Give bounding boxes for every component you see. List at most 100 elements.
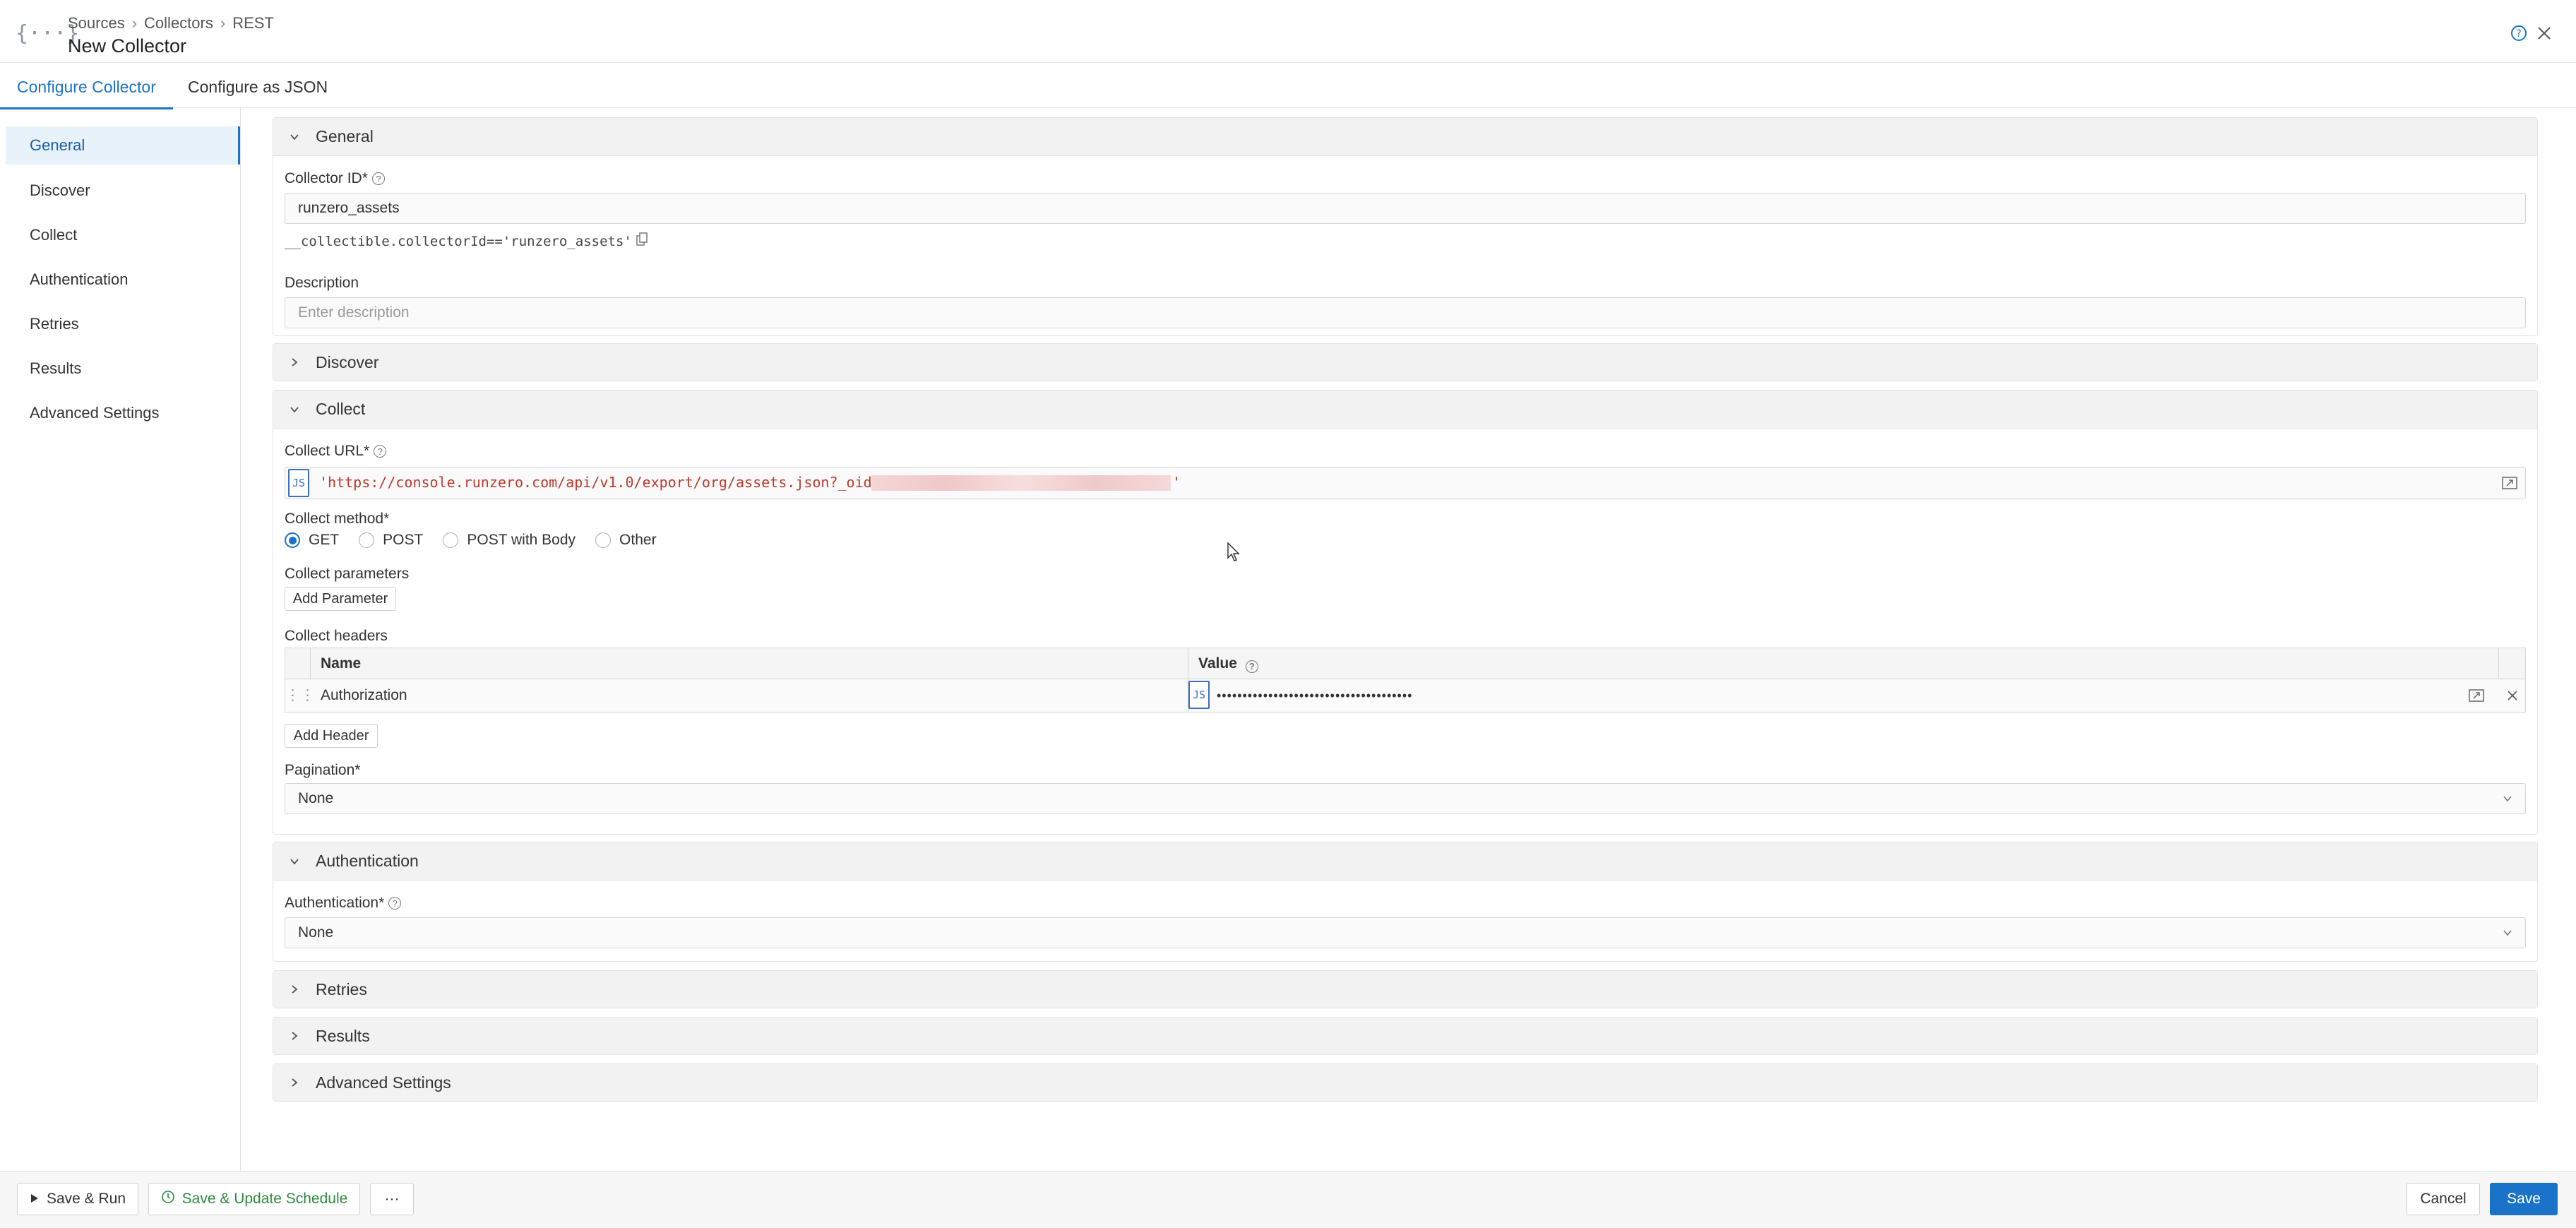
authentication-select-value: None — [298, 924, 334, 941]
drag-column-header — [285, 648, 311, 679]
collector-id-expression-text: __collectible.collectorId=='runzero_asse… — [285, 233, 632, 249]
pagination-select-value: None — [298, 790, 334, 806]
collect-url-label-text: Collect URL* — [285, 443, 370, 459]
drag-handle-icon[interactable]: ⋮⋮ — [285, 679, 315, 712]
sidebar-item-authentication[interactable]: Authentication — [6, 261, 240, 299]
collector-id-expression: __collectible.collectorId=='runzero_asse… — [285, 232, 648, 250]
help-icon[interactable]: ? — [1245, 660, 1258, 673]
expand-editor-icon[interactable] — [2500, 473, 2520, 493]
collect-url-input[interactable]: JS 'https://console.runzero.com/api/v1.0… — [285, 467, 2526, 499]
more-options-button[interactable]: ··· — [370, 1183, 414, 1215]
method-get-option[interactable]: GET — [285, 532, 339, 549]
page-title: New Collector — [68, 35, 187, 56]
modal-header: {···} Sources › Collectors › REST New Co… — [0, 0, 2576, 63]
add-parameter-button[interactable]: Add Parameter — [285, 587, 396, 611]
breadcrumb-collectors[interactable]: Collectors — [144, 14, 213, 32]
pagination-label: Pagination* — [285, 762, 361, 778]
help-icon[interactable]: ? — [371, 172, 385, 185]
sidebar-item-results[interactable]: Results — [6, 350, 240, 388]
retries-section-header[interactable]: Retries — [273, 971, 2537, 1008]
collect-parameters-label: Collect parameters — [285, 566, 410, 582]
js-expression-toggle[interactable]: JS — [1188, 681, 1210, 709]
copy-icon[interactable] — [636, 232, 648, 250]
collect-section-header[interactable]: Collect — [273, 391, 2537, 429]
collect-section: Collect Collect URL* ? JS 'https://conso… — [273, 390, 2538, 835]
collect-section-title: Collect — [316, 400, 366, 418]
description-input[interactable]: Enter description — [285, 297, 2526, 328]
authentication-section-title: Authentication — [316, 852, 419, 870]
authentication-section: Authentication Authentication* ? None — [273, 842, 2538, 962]
radio-button[interactable] — [595, 532, 612, 548]
save-and-update-schedule-label: Save & Update Schedule — [181, 1191, 348, 1207]
sidebar-item-collect[interactable]: Collect — [6, 216, 240, 254]
collector-id-label-text: Collector ID* — [285, 170, 368, 186]
results-section: Results — [273, 1017, 2538, 1055]
sidebar-item-advanced-settings[interactable]: Advanced Settings — [6, 394, 240, 432]
tab-configure-as-json[interactable]: Configure as JSON — [188, 68, 328, 107]
expand-editor-icon[interactable] — [2467, 686, 2486, 705]
header-name-input[interactable]: Authorization — [311, 679, 1188, 712]
authentication-select[interactable]: None — [285, 917, 2526, 948]
help-icon[interactable]: ? — [2507, 21, 2531, 45]
general-section: General Collector ID* ? runzero_assets _… — [273, 117, 2538, 336]
general-section-header[interactable]: General — [273, 118, 2537, 156]
actions-column-header — [2499, 648, 2525, 679]
value-column-header-text: Value — [1198, 655, 1237, 672]
discover-section-header[interactable]: Discover — [273, 344, 2537, 381]
general-section-title: General — [316, 127, 374, 145]
advanced-settings-section-title: Advanced Settings — [316, 1073, 451, 1092]
close-icon[interactable] — [2532, 21, 2556, 45]
add-header-button[interactable]: Add Header — [285, 724, 378, 748]
tab-configure-collector[interactable]: Configure Collector — [0, 68, 173, 109]
radio-button[interactable] — [443, 532, 459, 548]
collect-url-label: Collect URL* ? — [285, 443, 387, 460]
chevron-right-icon — [286, 354, 303, 371]
breadcrumb-rest[interactable]: REST — [232, 14, 274, 32]
collector-id-input[interactable]: runzero_assets — [285, 193, 2526, 224]
sidebar-item-discover[interactable]: Discover — [6, 172, 240, 210]
results-section-header[interactable]: Results — [273, 1018, 2537, 1054]
results-section-title: Results — [316, 1026, 370, 1045]
advanced-settings-section-header[interactable]: Advanced Settings — [273, 1064, 2537, 1101]
save-and-run-label: Save & Run — [46, 1191, 126, 1207]
chevron-down-icon — [286, 853, 303, 870]
clock-icon — [161, 1190, 175, 1208]
collect-headers-label: Collect headers — [285, 628, 388, 644]
collect-method-radio-group: GET POST POST with Body Other — [285, 532, 676, 549]
modal-footer: Save & Run Save & Update Schedule ··· Ca… — [0, 1171, 2576, 1228]
chevron-right-icon — [286, 981, 303, 998]
help-icon[interactable]: ? — [374, 445, 387, 458]
method-get-label: GET — [309, 532, 340, 548]
method-post-with-body-option[interactable]: POST with Body — [443, 532, 576, 549]
sidebar-item-retries[interactable]: Retries — [6, 305, 240, 343]
js-expression-toggle[interactable]: JS — [288, 469, 309, 497]
authentication-section-header[interactable]: Authentication — [273, 842, 2537, 881]
method-post-with-body-label: POST with Body — [467, 532, 576, 548]
help-icon[interactable]: ? — [388, 897, 402, 910]
cancel-button[interactable]: Cancel — [2407, 1183, 2480, 1215]
chevron-down-icon — [2500, 925, 2515, 941]
save-button[interactable]: Save — [2490, 1183, 2558, 1215]
header-value-masked: •••••••••••••••••••••••••••••••••••••• — [1217, 688, 1413, 703]
authentication-label-text: Authentication* — [285, 895, 385, 911]
save-and-update-schedule-button[interactable]: Save & Update Schedule — [148, 1183, 360, 1215]
redacted-org-id — [871, 475, 1171, 491]
method-post-option[interactable]: POST — [359, 532, 423, 549]
collect-method-label: Collect method* — [285, 511, 390, 527]
pagination-select[interactable]: None — [285, 783, 2526, 814]
remove-header-icon[interactable] — [2499, 679, 2525, 712]
save-and-run-button[interactable]: Save & Run — [17, 1183, 138, 1215]
method-other-option[interactable]: Other — [595, 532, 657, 549]
collector-id-label: Collector ID* ? — [285, 170, 385, 187]
chevron-right-icon — [286, 1074, 303, 1091]
breadcrumb-separator: › — [131, 14, 138, 32]
collect-url-text: 'https://console.runzero.com/api/v1.0/ex… — [319, 474, 881, 491]
sidebar-item-general[interactable]: General — [6, 126, 240, 165]
name-column-header: Name — [311, 648, 1188, 679]
radio-button[interactable] — [285, 532, 300, 548]
radio-button[interactable] — [359, 532, 375, 548]
breadcrumb-sources[interactable]: Sources — [68, 14, 125, 32]
retries-section: Retries — [273, 970, 2538, 1008]
collect-headers-table: Name Value ? ⋮⋮ Authorization JS •••••••… — [285, 648, 2526, 713]
header-value-input[interactable]: JS •••••••••••••••••••••••••••••••••••••… — [1188, 679, 2499, 712]
